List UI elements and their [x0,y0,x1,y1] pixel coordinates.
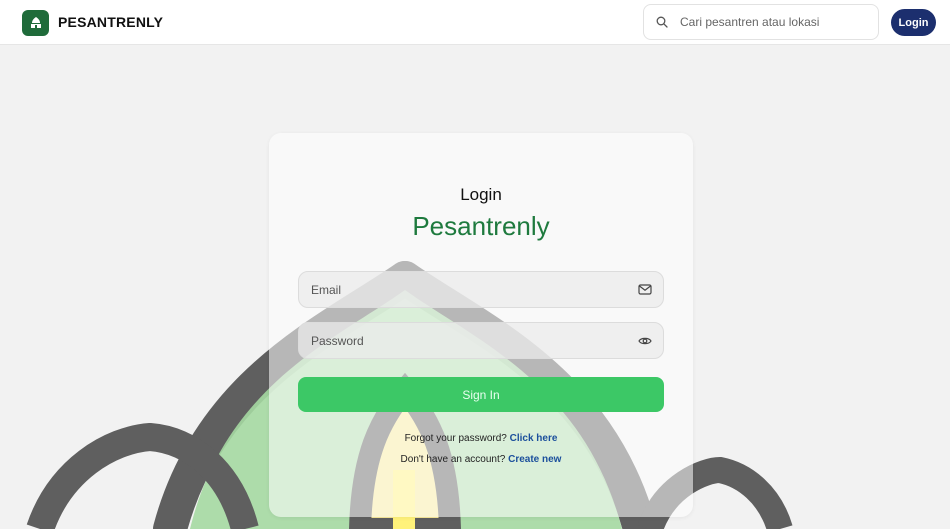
search-icon [654,14,670,30]
top-navbar: PESANTRENLY Login [0,0,950,45]
email-field[interactable] [298,271,664,308]
create-account-text: Don't have an account? [400,454,506,465]
search-input[interactable] [680,15,870,29]
search-bar[interactable] [643,4,879,40]
email-input[interactable] [311,282,637,297]
create-account-row: Don't have an account? Create new [269,454,693,465]
forgot-password-row: Forgot your password? Click here [269,433,693,444]
eye-icon[interactable] [637,333,653,349]
password-field[interactable] [298,322,664,359]
sign-in-button[interactable]: Sign In [298,377,664,412]
forgot-password-link[interactable]: Click here [510,433,558,444]
create-account-link[interactable]: Create new [508,454,561,465]
brand-heading: Pesantrenly [412,211,550,241]
mail-icon [637,282,653,298]
password-input[interactable] [311,333,637,348]
brand-name[interactable]: PESANTRENLY [58,14,163,30]
login-button[interactable]: Login [891,9,936,36]
login-title: Login [460,185,502,204]
mosque-logo-icon[interactable] [22,10,49,36]
forgot-password-text: Forgot your password? [404,433,507,444]
